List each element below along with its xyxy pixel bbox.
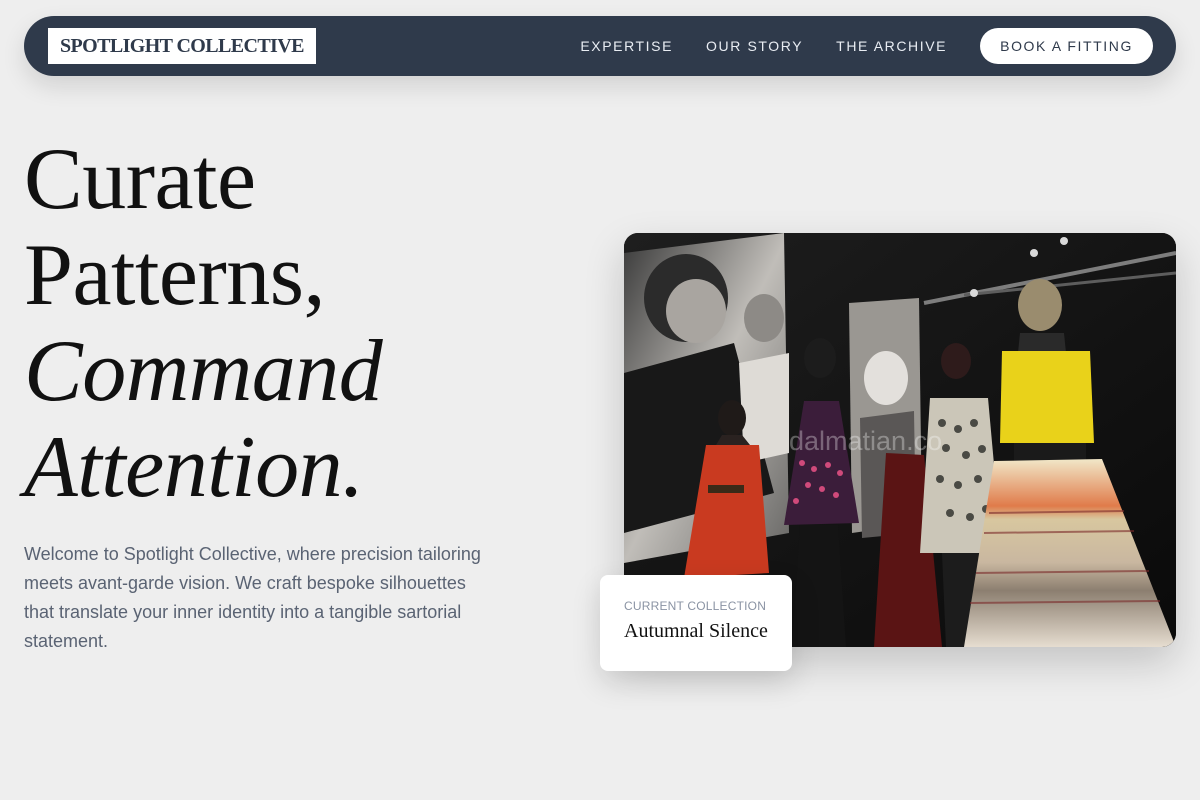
- current-collection-card[interactable]: Current Collection Autumnal Silence: [600, 575, 792, 671]
- nav-link-the-archive[interactable]: THE ARCHIVE: [836, 38, 947, 54]
- hero-title-line-4: Attention.: [24, 419, 364, 516]
- collection-kicker: Current Collection: [624, 599, 767, 613]
- brand-logo[interactable]: SPOTLIGHT COLLECTIVE: [48, 28, 316, 64]
- nav-link-expertise[interactable]: EXPERTISE: [580, 38, 673, 54]
- hero-intro-text: Welcome to Spotlight Collective, where p…: [24, 544, 481, 651]
- hero-title-line-2: Patterns,: [24, 227, 326, 324]
- hero-title-line-3: Command: [24, 323, 383, 420]
- image-watermark: dalmatian.co: [789, 426, 943, 456]
- hero-title-line-1: Curate: [24, 131, 256, 228]
- book-fitting-button[interactable]: BOOK A FITTING: [980, 28, 1153, 64]
- hero-title: Curate Patterns, Command Attention.: [24, 131, 383, 516]
- top-navbar: SPOTLIGHT COLLECTIVE EXPERTISE OUR STORY…: [24, 16, 1176, 76]
- main-nav: EXPERTISE OUR STORY THE ARCHIVE BOOK A F…: [580, 28, 1153, 64]
- nav-link-our-story[interactable]: OUR STORY: [706, 38, 803, 54]
- collection-title: Autumnal Silence: [624, 620, 768, 642]
